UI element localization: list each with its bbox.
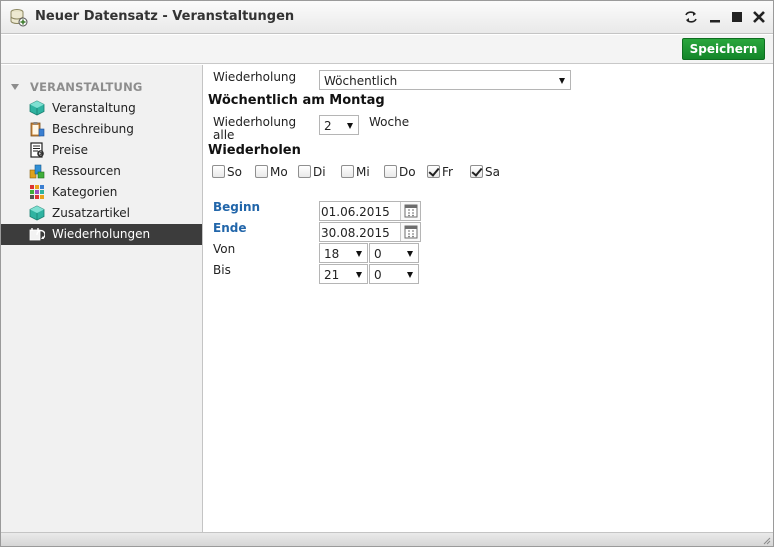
day-label: So: [227, 165, 242, 179]
window-title: Neuer Datensatz - Veranstaltungen: [35, 9, 295, 24]
repeat-every-label: Wiederholung: [213, 115, 297, 129]
restore-arrows-icon[interactable]: [682, 8, 700, 26]
sidebar-item-label: Preise: [52, 143, 89, 157]
checkbox-box[interactable]: [341, 165, 354, 178]
cube-icon: [29, 205, 45, 221]
calendar-icon: [404, 204, 418, 218]
minimize-icon[interactable]: [706, 8, 724, 26]
save-button[interactable]: Speichern: [682, 38, 765, 60]
sidebar: VERANSTALTUNG Veranstaltung Beschreibung: [1, 65, 203, 532]
repeat-interval-value: 2: [324, 119, 332, 133]
repeat-select[interactable]: Wöchentlich: [319, 70, 571, 90]
from-hour-value: 18: [324, 247, 340, 261]
end-label: Ende: [213, 221, 247, 235]
from-label: Von: [213, 242, 236, 256]
repeat-select-value: Wöchentlich: [324, 74, 398, 88]
repeat-every-label-2: alle: [213, 128, 235, 142]
database-app-icon: [10, 9, 28, 27]
chevron-down-icon: [559, 78, 565, 84]
checkbox-box[interactable]: [212, 165, 225, 178]
checkbox-box[interactable]: [298, 165, 311, 178]
sidebar-item-label: Wiederholungen: [52, 227, 151, 241]
weekly-heading: Wöchentlich am Montag: [208, 93, 385, 108]
begin-label: Beginn: [213, 200, 261, 214]
to-minute-value: 0: [374, 268, 382, 282]
clipboard-icon: [30, 122, 45, 137]
begin-date-value: 01.06.2015: [321, 205, 390, 219]
day-checkbox-di[interactable]: Di: [298, 164, 334, 180]
chevron-down-icon: [356, 272, 362, 278]
form-content: Wiederholung Wöchentlich Wöchentlich am …: [204, 65, 773, 532]
calendar-picker-button[interactable]: [400, 223, 420, 241]
sidebar-section-header[interactable]: VERANSTALTUNG: [11, 80, 143, 94]
sidebar-item-wiederholungen[interactable]: Wiederholungen: [1, 224, 202, 245]
sidebar-item-label: Zusatzartikel: [52, 206, 130, 220]
close-icon[interactable]: [750, 8, 768, 26]
repeat-label: Wiederholung: [213, 70, 297, 84]
sidebar-item-veranstaltung[interactable]: Veranstaltung: [1, 98, 202, 119]
chevron-down-icon: [356, 251, 362, 257]
to-hour-select[interactable]: 21: [319, 264, 368, 284]
status-bar: [1, 532, 773, 546]
checkbox-box-checked[interactable]: [470, 165, 483, 178]
checkbox-box[interactable]: [255, 165, 268, 178]
sidebar-item-label: Veranstaltung: [52, 101, 136, 115]
day-label: Do: [399, 165, 416, 179]
day-checkbox-sa[interactable]: Sa: [470, 164, 506, 180]
to-minute-select[interactable]: 0: [369, 264, 419, 284]
checkbox-box-checked[interactable]: [427, 165, 440, 178]
day-label: Sa: [485, 165, 500, 179]
cube-icon: [29, 100, 45, 116]
toolbar: Speichern: [1, 35, 773, 64]
day-checkbox-mi[interactable]: Mi: [341, 164, 377, 180]
day-label: Fr: [442, 165, 453, 179]
checkbox-box[interactable]: [384, 165, 397, 178]
calendar-picker-button[interactable]: [400, 202, 420, 220]
svg-text:€: €: [39, 151, 42, 157]
repeat-days-heading: Wiederholen: [208, 143, 301, 158]
day-checkbox-mo[interactable]: Mo: [255, 164, 291, 180]
chevron-down-icon: [407, 272, 413, 278]
from-minute-value: 0: [374, 247, 382, 261]
sidebar-item-label: Beschreibung: [52, 122, 134, 136]
day-checkbox-do[interactable]: Do: [384, 164, 420, 180]
to-hour-value: 21: [324, 268, 340, 282]
sidebar-item-ressourcen[interactable]: Ressourcen: [1, 161, 202, 182]
repeat-interval-select[interactable]: 2: [319, 115, 359, 135]
sidebar-item-label: Kategorien: [52, 185, 118, 199]
calendar-icon: [404, 225, 418, 239]
resources-icon: [29, 164, 45, 179]
begin-date-field[interactable]: 01.06.2015: [319, 201, 421, 221]
price-list-icon: €: [30, 142, 44, 158]
sidebar-item-preise[interactable]: € Preise: [1, 140, 202, 161]
resize-grip-icon[interactable]: [761, 535, 771, 545]
from-hour-select[interactable]: 18: [319, 243, 368, 263]
repeat-unit-label: Woche: [369, 115, 410, 129]
day-label: Mo: [270, 165, 288, 179]
day-label: Di: [313, 165, 326, 179]
end-date-value: 30.08.2015: [321, 226, 390, 240]
sidebar-item-kategorien[interactable]: Kategorien: [1, 182, 202, 203]
categories-icon: [30, 185, 44, 199]
maximize-icon[interactable]: [728, 8, 746, 26]
sidebar-item-beschreibung[interactable]: Beschreibung: [1, 119, 202, 140]
collapse-triangle-icon[interactable]: [11, 84, 19, 90]
from-minute-select[interactable]: 0: [369, 243, 419, 263]
end-date-field[interactable]: 30.08.2015: [319, 222, 421, 242]
sidebar-item-zusatzartikel[interactable]: Zusatzartikel: [1, 203, 202, 224]
sidebar-header-label: VERANSTALTUNG: [30, 80, 143, 94]
dialog-window: Neuer Datensatz - Veranstaltungen Speich…: [0, 0, 774, 547]
sidebar-item-label: Ressourcen: [52, 164, 121, 178]
chevron-down-icon: [347, 123, 353, 129]
calendar-repeat-icon: [29, 228, 45, 241]
to-label: Bis: [213, 263, 231, 277]
day-label: Mi: [356, 165, 370, 179]
title-bar[interactable]: Neuer Datensatz - Veranstaltungen: [1, 1, 773, 34]
day-checkbox-so[interactable]: So: [212, 164, 248, 180]
day-checkbox-fr[interactable]: Fr: [427, 164, 463, 180]
chevron-down-icon: [407, 251, 413, 257]
